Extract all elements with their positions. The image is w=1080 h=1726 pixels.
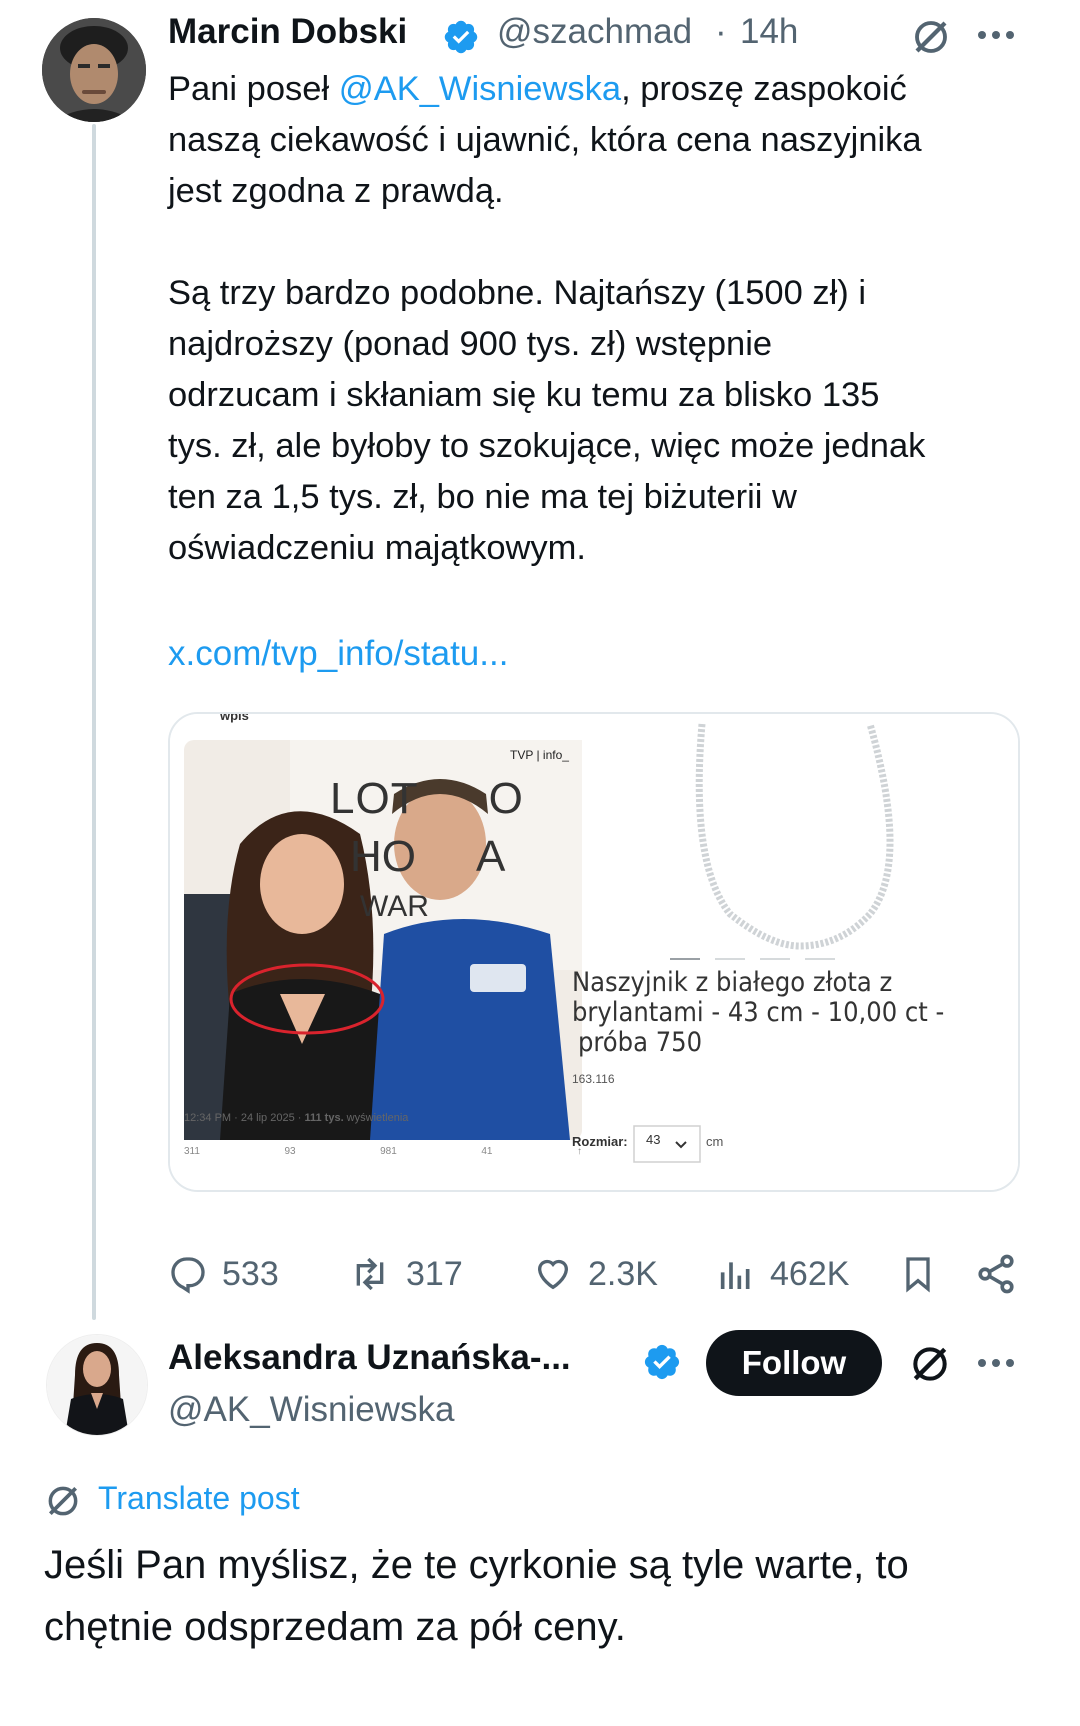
grok-icon[interactable] [908,1342,952,1391]
post-text-line: chętnie odsprzedam za pół ceny. [44,1605,626,1649]
reply-post-text: Jeśli Pan myślisz, że te cyrkonie są tyl… [44,1534,1054,1658]
more-options-icon[interactable] [976,20,1016,55]
translate-post-link[interactable]: Translate post [98,1480,300,1517]
product-title: Naszyjnik z białego złota z brylantami -… [572,967,945,1058]
size-label: Rozmiar: [572,1134,628,1149]
post-text-line: oświadczeniu majątkowym. [168,529,586,567]
more-options-icon[interactable] [976,1348,1016,1383]
like-button[interactable]: 2.3K [532,1254,658,1294]
grok-icon[interactable] [910,16,952,63]
bookmark-icon[interactable] [898,1252,938,1301]
external-link[interactable]: x.com/tvp_info/statu... [168,634,508,674]
views-count: 462K [770,1254,850,1293]
author-handle[interactable]: @AK_Wisniewska [168,1390,454,1430]
sign-text: WAR [360,890,429,923]
heart-icon [537,1259,569,1290]
views-button[interactable]: 462K [716,1254,849,1294]
follow-button[interactable]: Follow [706,1330,882,1396]
thread-line [92,124,96,1320]
author-name[interactable]: Aleksandra Uznańska-... [168,1338,571,1378]
post-text-line: Są trzy bardzo podobne. Najtańszy (1500 … [168,274,867,312]
verified-badge-icon [642,1342,682,1382]
mention-link[interactable]: @AK_Wisniewska [339,70,621,108]
avatar[interactable] [42,18,146,122]
post-text-line: Jeśli Pan myślisz, że te cyrkonie są tyl… [44,1543,909,1587]
post-text-line: naszą ciekawość i ujawnić, która cena na… [168,121,922,159]
author-handle[interactable]: @szachmad [497,12,692,52]
reply-icon [171,1257,205,1294]
translate-icon[interactable] [44,1482,82,1525]
sign-text: HO A [350,832,506,881]
post-text-line: odrzucam i skłaniam się ku temu za blisk… [168,376,880,414]
avatar[interactable] [46,1334,148,1436]
post-text-line: Pani poseł @AK_Wisniewska, proszę zaspok… [168,70,907,108]
card-footer-meta: 12:34 PM · 24 lip 2025 · 111 tys. wyświe… [184,1112,409,1124]
post-time[interactable]: 14h [740,12,798,52]
author-name[interactable]: Marcin Dobski [168,12,407,52]
sign-text: LOT O [330,774,524,823]
separator-dot: · [715,12,727,51]
product-code: 163.116 [572,1072,615,1086]
tvp-logo: TVP | info_ [510,748,569,762]
card-mini-actions: 311 93 981 41 ↑ [184,1146,582,1157]
like-count: 2.3K [588,1254,658,1293]
size-unit: cm [706,1134,724,1149]
repost-icon [356,1257,384,1291]
post-text-line: jest zgodna z prawdą. [168,172,504,210]
reply-button[interactable]: 533 [168,1254,279,1294]
media-card[interactable]: wpis TVP | info_ LOT O HO A WAR 12:34 PM ·… [168,712,1020,1192]
post-text-line: tys. zł, ale byłoby to szokujące, więc m… [168,427,926,465]
post-text-line: najdroższy (ponad 900 tys. zł) wstępnie [168,325,773,363]
views-icon [720,1262,750,1289]
repost-button[interactable]: 317 [348,1254,463,1294]
repost-count: 317 [406,1254,463,1293]
post-text-line: ten za 1,5 tys. zł, bo nie ma tej biżute… [168,478,797,516]
card-header: wpis [220,712,249,723]
verified-badge-icon [442,18,480,56]
post-text: Pani poseł @AK_Wisniewska, proszę zaspok… [168,64,1048,574]
share-icon[interactable] [974,1252,1018,1301]
reply-count: 533 [222,1254,279,1293]
size-select: 43 [646,1132,661,1147]
